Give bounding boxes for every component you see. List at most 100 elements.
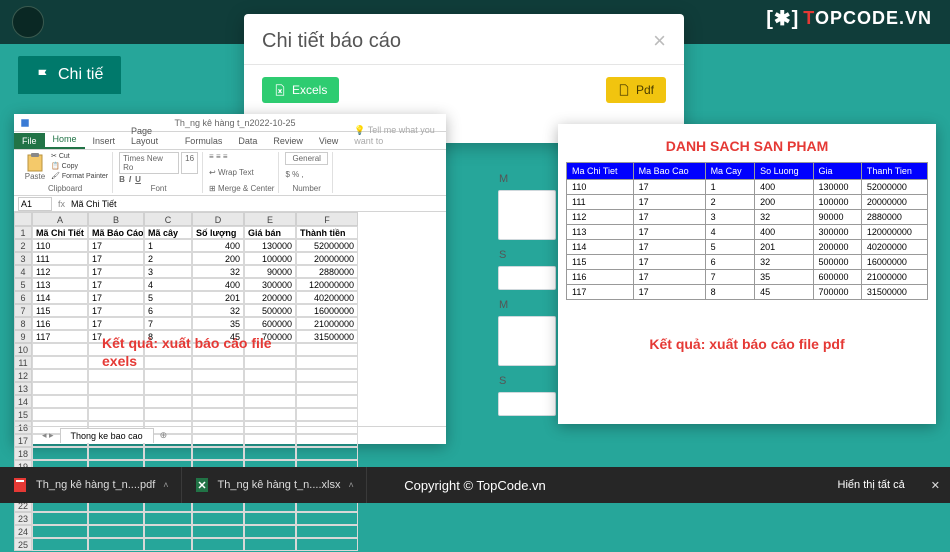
- empty-cell[interactable]: [244, 408, 296, 421]
- data-cell[interactable]: 115: [32, 304, 88, 317]
- data-cell[interactable]: 111: [32, 252, 88, 265]
- header-cell[interactable]: Giá bán: [244, 226, 296, 239]
- empty-cell[interactable]: [88, 395, 144, 408]
- row-header[interactable]: 4: [14, 265, 32, 278]
- data-cell[interactable]: 5: [144, 291, 192, 304]
- data-cell[interactable]: 112: [32, 265, 88, 278]
- empty-cell[interactable]: [296, 525, 358, 538]
- data-cell[interactable]: 7: [144, 317, 192, 330]
- row-header[interactable]: 24: [14, 525, 32, 538]
- empty-cell[interactable]: [244, 525, 296, 538]
- data-cell[interactable]: 116: [32, 317, 88, 330]
- ribbon-tab-view[interactable]: View: [311, 133, 346, 149]
- row-header[interactable]: 2: [14, 239, 32, 252]
- modal-close-button[interactable]: ×: [653, 28, 666, 54]
- empty-cell[interactable]: [32, 343, 88, 356]
- row-header[interactable]: 11: [14, 356, 32, 369]
- data-cell[interactable]: 31500000: [296, 330, 358, 343]
- name-box[interactable]: A1: [18, 197, 52, 211]
- empty-cell[interactable]: [296, 538, 358, 551]
- row-header[interactable]: 8: [14, 317, 32, 330]
- bg-field[interactable]: [498, 316, 556, 366]
- empty-cell[interactable]: [192, 382, 244, 395]
- empty-cell[interactable]: [244, 512, 296, 525]
- empty-cell[interactable]: [296, 395, 358, 408]
- empty-cell[interactable]: [32, 369, 88, 382]
- empty-cell[interactable]: [32, 395, 88, 408]
- data-cell[interactable]: 17: [88, 291, 144, 304]
- data-cell[interactable]: 200: [192, 252, 244, 265]
- format-painter-button[interactable]: 🖌 Format Painter: [51, 172, 108, 180]
- data-cell[interactable]: 40200000: [296, 291, 358, 304]
- data-cell[interactable]: 100000: [244, 252, 296, 265]
- empty-cell[interactable]: [244, 538, 296, 551]
- empty-cell[interactable]: [192, 395, 244, 408]
- empty-cell[interactable]: [144, 382, 192, 395]
- empty-cell[interactable]: [32, 408, 88, 421]
- data-cell[interactable]: 16000000: [296, 304, 358, 317]
- data-cell[interactable]: 17: [88, 278, 144, 291]
- data-cell[interactable]: 32: [192, 304, 244, 317]
- data-cell[interactable]: 120000000: [296, 278, 358, 291]
- header-cell[interactable]: Số lượng: [192, 226, 244, 239]
- download-item-pdf[interactable]: Th_ng kê hàng t_n....pdf ˄: [0, 467, 182, 503]
- empty-cell[interactable]: [192, 447, 244, 460]
- data-cell[interactable]: 90000: [244, 265, 296, 278]
- data-cell[interactable]: 600000: [244, 317, 296, 330]
- download-item-xlsx[interactable]: Th_ng kê hàng t_n....xlsx ˄: [182, 467, 367, 503]
- export-excel-button[interactable]: Excels: [262, 77, 339, 103]
- data-cell[interactable]: 17: [88, 252, 144, 265]
- empty-cell[interactable]: [88, 512, 144, 525]
- number-format-select[interactable]: General: [285, 152, 327, 165]
- row-header[interactable]: 6: [14, 291, 32, 304]
- empty-cell[interactable]: [296, 369, 358, 382]
- empty-cell[interactable]: [192, 512, 244, 525]
- empty-cell[interactable]: [144, 408, 192, 421]
- add-sheet-button[interactable]: ⊕: [160, 430, 168, 441]
- empty-cell[interactable]: [88, 369, 144, 382]
- empty-cell[interactable]: [88, 408, 144, 421]
- empty-cell[interactable]: [144, 395, 192, 408]
- empty-cell[interactable]: [32, 447, 88, 460]
- chevron-up-icon[interactable]: ˄: [348, 480, 353, 490]
- ribbon-tab-insert[interactable]: Insert: [85, 133, 124, 149]
- sheet-nav[interactable]: ◂ ▸: [42, 430, 54, 441]
- data-cell[interactable]: 17: [88, 317, 144, 330]
- data-cell[interactable]: 17: [88, 265, 144, 278]
- data-cell[interactable]: 2880000: [296, 265, 358, 278]
- row-header[interactable]: 1: [14, 226, 32, 239]
- data-cell[interactable]: 32: [192, 265, 244, 278]
- empty-cell[interactable]: [144, 447, 192, 460]
- data-cell[interactable]: 52000000: [296, 239, 358, 252]
- row-header[interactable]: 25: [14, 538, 32, 551]
- empty-cell[interactable]: [88, 525, 144, 538]
- row-header[interactable]: 12: [14, 369, 32, 382]
- empty-cell[interactable]: [192, 408, 244, 421]
- empty-cell[interactable]: [296, 356, 358, 369]
- empty-cell[interactable]: [244, 382, 296, 395]
- fx-icon[interactable]: fx: [58, 199, 65, 209]
- empty-cell[interactable]: [32, 382, 88, 395]
- row-header[interactable]: 14: [14, 395, 32, 408]
- row-header[interactable]: 13: [14, 382, 32, 395]
- bold-button[interactable]: B: [119, 175, 125, 184]
- ribbon-tab-file[interactable]: File: [14, 133, 45, 149]
- empty-cell[interactable]: [88, 538, 144, 551]
- data-cell[interactable]: 3: [144, 265, 192, 278]
- font-size-select[interactable]: 16: [181, 152, 198, 174]
- empty-cell[interactable]: [244, 395, 296, 408]
- empty-cell[interactable]: [296, 447, 358, 460]
- data-cell[interactable]: 110: [32, 239, 88, 252]
- data-cell[interactable]: 300000: [244, 278, 296, 291]
- col-header[interactable]: D: [192, 212, 244, 226]
- chevron-up-icon[interactable]: ˄: [163, 480, 168, 490]
- formula-value[interactable]: Mã Chi Tiết: [71, 199, 117, 209]
- data-cell[interactable]: 400: [192, 239, 244, 252]
- empty-cell[interactable]: [296, 343, 358, 356]
- data-cell[interactable]: 400: [192, 278, 244, 291]
- data-cell[interactable]: 130000: [244, 239, 296, 252]
- underline-button[interactable]: U: [135, 175, 141, 184]
- row-header[interactable]: 10: [14, 343, 32, 356]
- font-name-select[interactable]: Times New Ro: [119, 152, 179, 174]
- data-cell[interactable]: 113: [32, 278, 88, 291]
